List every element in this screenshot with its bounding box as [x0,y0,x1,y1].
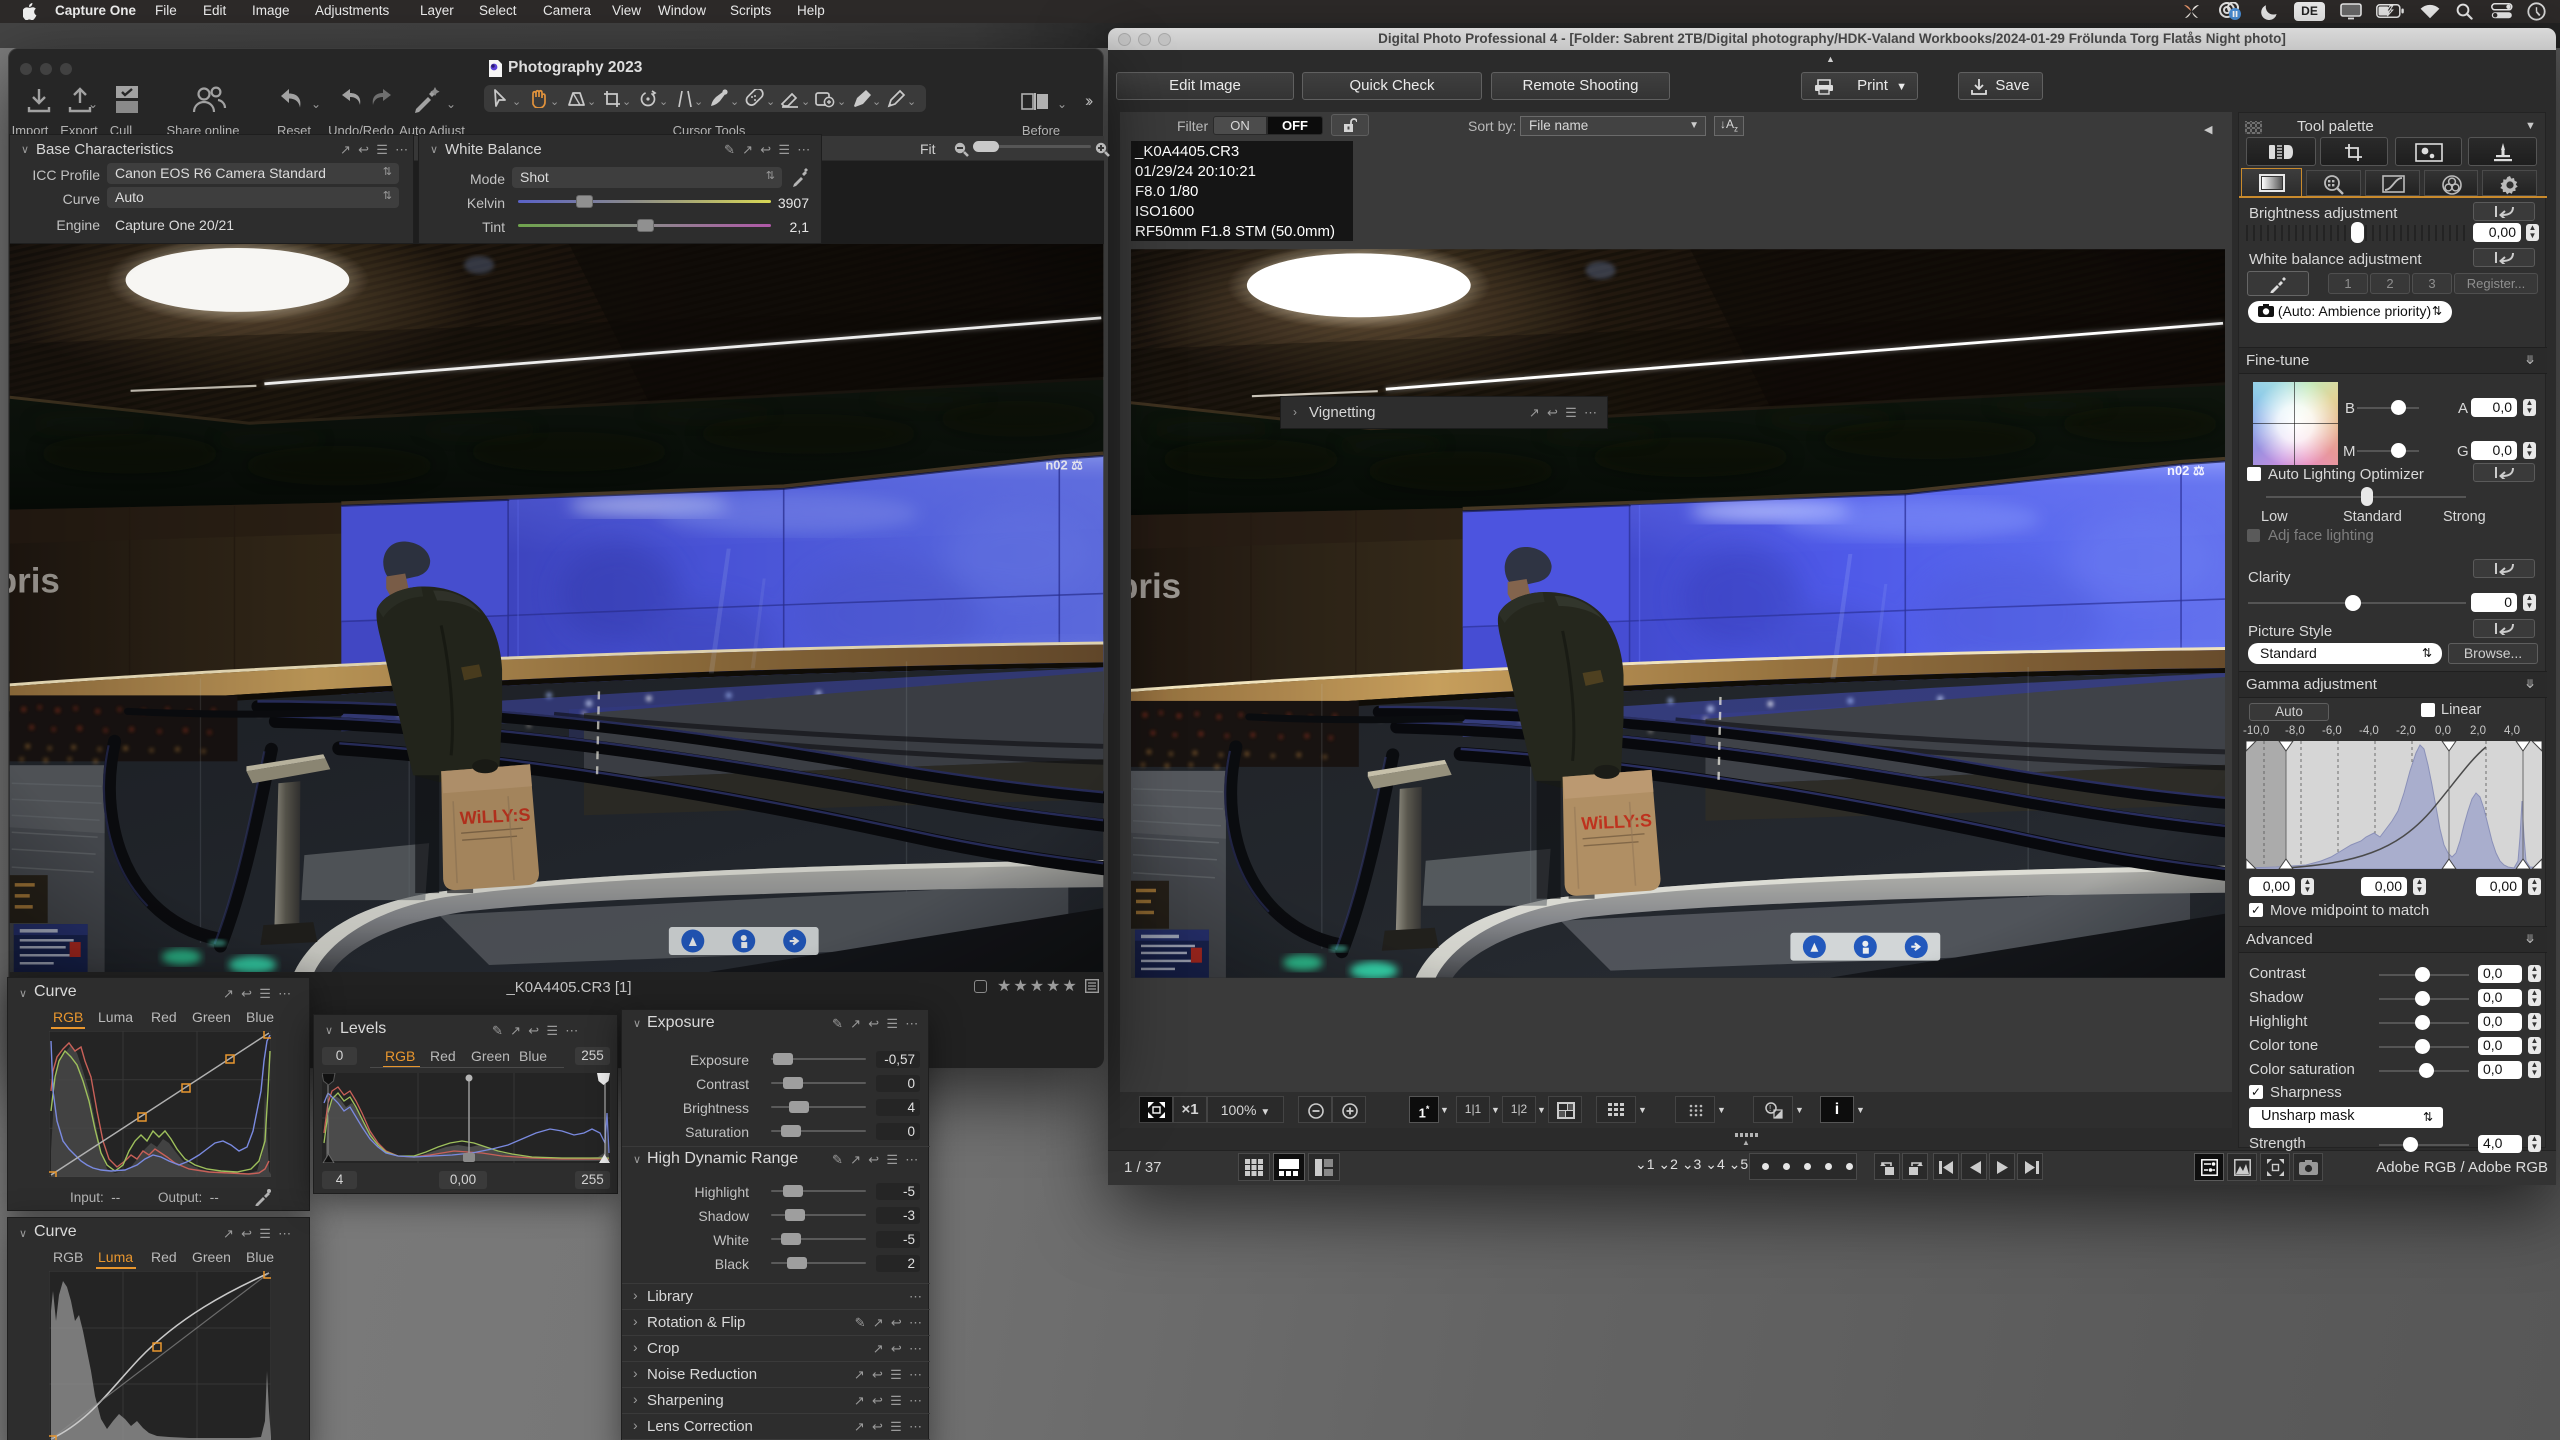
svg-text:!: ! [1769,1104,1771,1113]
